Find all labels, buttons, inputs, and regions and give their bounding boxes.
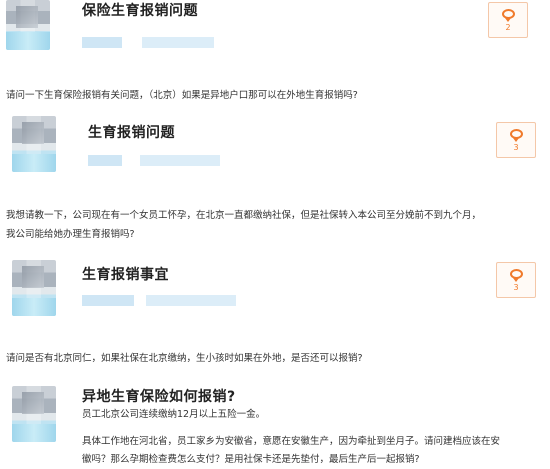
comment-count-button[interactable]: 3 xyxy=(496,262,536,298)
post-title[interactable]: 异地生育保险如何报销? xyxy=(82,386,236,406)
author-meta xyxy=(82,295,134,306)
question-text-line: 我想请教一下，公司现在有一个女员工怀孕，在北京一直都缴纳社保，但是社保转入本公司… xyxy=(6,210,482,221)
avatar[interactable] xyxy=(12,386,56,442)
date-meta xyxy=(146,295,236,306)
author-meta xyxy=(82,37,122,48)
avatar[interactable] xyxy=(12,260,56,316)
comment-count: 3 xyxy=(513,143,519,152)
date-meta xyxy=(142,37,214,48)
comment-count: 3 xyxy=(513,283,519,292)
comment-icon xyxy=(510,269,523,282)
comment-icon xyxy=(510,129,523,142)
comment-count: 2 xyxy=(505,23,511,32)
comment-count-button[interactable]: 3 xyxy=(496,122,536,158)
avatar[interactable] xyxy=(12,116,56,172)
question-text-line: 我公司能给她办理生育报销吗? xyxy=(6,229,135,240)
post-title[interactable]: 生育报销事宜 xyxy=(82,264,169,284)
comment-count-button[interactable]: 2 xyxy=(488,2,528,38)
post-body-line: 具体工作地在河北省，员工家乡为安徽省，意愿在安徽生产，因为牵扯到坐月子。请问建档… xyxy=(82,436,501,447)
author-meta xyxy=(88,155,122,166)
comment-icon xyxy=(502,9,515,22)
avatar[interactable] xyxy=(6,0,50,50)
date-meta xyxy=(140,155,220,166)
question-text: 请问是否有北京同仁，如果社保在北京缴纳，生小孩时如果在外地，是否还可以报销? xyxy=(6,353,363,364)
post-title[interactable]: 生育报销问题 xyxy=(88,122,175,142)
question-text: 请问一下生育保险报销有关问题，（北京）如果是异地户口那可以在外地生育报销吗? xyxy=(6,90,358,101)
post-subtitle: 员工北京公司连续缴纳12月以上五险一金。 xyxy=(82,409,266,420)
post-title[interactable]: 保险生育报销问题 xyxy=(82,0,198,20)
post-body-line: 徽吗？那么孕期检查费怎么支付？是用社保卡还是先垫付，最后生产后一起报销? xyxy=(82,454,420,465)
